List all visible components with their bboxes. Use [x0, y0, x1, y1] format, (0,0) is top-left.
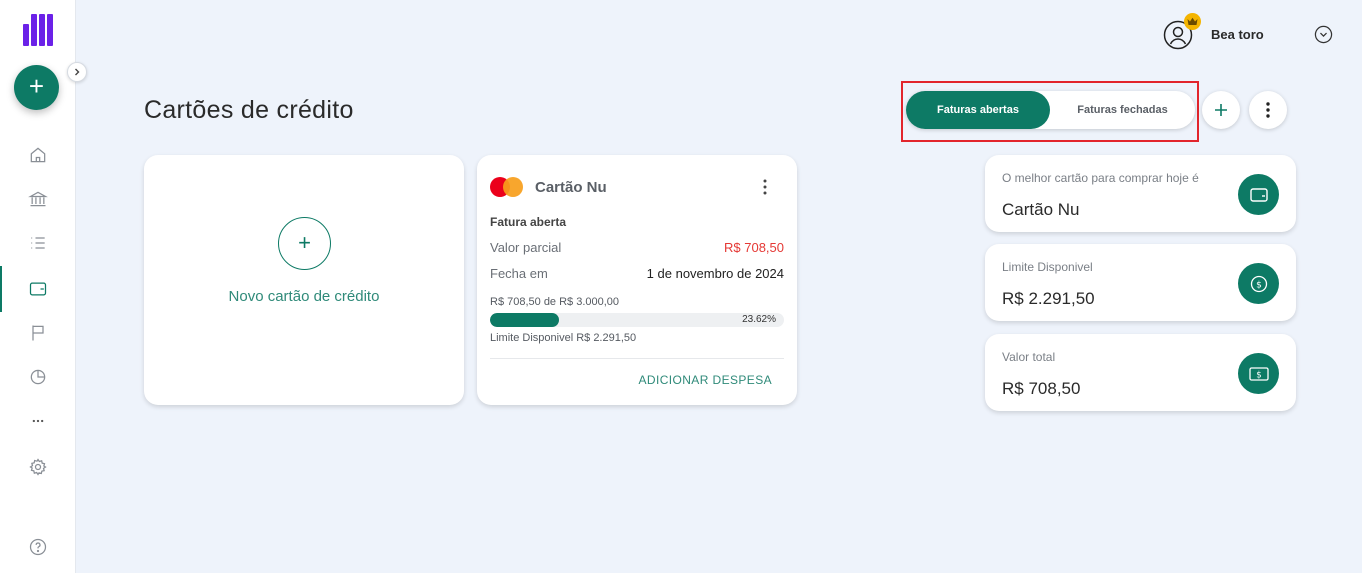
card-name: Cartão Nu — [535, 179, 607, 196]
page-title: Cartões de crédito — [144, 96, 354, 124]
svg-text:$: $ — [1256, 280, 1262, 290]
credit-card-tile[interactable]: Cartão Nu Fatura aberta Valor parcial R$… — [477, 155, 797, 405]
summary-label: Limite Disponivel — [1002, 260, 1093, 274]
new-credit-card-tile[interactable]: + Novo cartão de crédito — [144, 155, 464, 405]
premium-badge — [1184, 13, 1201, 30]
usage-progress-bar: 23.62% — [490, 313, 784, 327]
closes-value: 1 de novembro de 2024 — [646, 266, 784, 281]
summary-total-value: Valor total R$ 708,50 $ — [985, 334, 1296, 411]
add-expense-button[interactable]: ADICIONAR DESPESA — [639, 373, 773, 387]
sidebar-item-help[interactable] — [0, 527, 76, 567]
plus-icon — [1215, 104, 1227, 116]
tab-closed-invoices[interactable]: Faturas fechadas — [1050, 91, 1195, 129]
sidebar-item-home[interactable] — [0, 135, 76, 175]
divider — [490, 358, 784, 359]
partial-value-label: Valor parcial — [490, 240, 562, 255]
more-vertical-icon[interactable] — [755, 178, 775, 196]
more-vertical-icon — [1266, 102, 1270, 118]
pie-chart-icon — [30, 369, 46, 385]
sidebar-item-accounts[interactable] — [0, 179, 76, 219]
wallet-icon — [29, 282, 47, 296]
quick-add-button[interactable]: + — [14, 65, 59, 110]
chevron-down-icon[interactable] — [1314, 25, 1333, 44]
summary-icon-badge: $ — [1238, 263, 1279, 304]
sidebar-expand-button[interactable] — [67, 62, 87, 82]
home-icon — [30, 147, 46, 163]
sidebar-item-reports[interactable] — [0, 357, 76, 397]
wallet-icon — [1249, 187, 1268, 202]
closes-label: Fecha em — [490, 266, 548, 281]
sidebar-item-transactions[interactable] — [0, 223, 76, 263]
invoice-status-toggle: Faturas abertas Faturas fechadas — [906, 91, 1195, 129]
tab-open-invoices[interactable]: Faturas abertas — [906, 91, 1050, 129]
add-card-button[interactable] — [1202, 91, 1240, 129]
summary-value: Cartão Nu — [1002, 200, 1080, 219]
summary-icon-badge: $ — [1238, 353, 1279, 394]
sidebar-item-more[interactable] — [0, 401, 76, 441]
coin-icon: $ — [1250, 275, 1267, 292]
plus-icon: + — [278, 217, 331, 270]
summary-available-limit: Limite Disponivel R$ 2.291,50 $ — [985, 244, 1296, 321]
mastercard-icon — [490, 177, 524, 197]
gear-icon — [29, 458, 47, 476]
svg-text:$: $ — [1256, 370, 1261, 380]
usage-progress-fill — [490, 313, 560, 327]
available-limit-text: Limite Disponivel R$ 2.291,50 — [490, 332, 637, 344]
help-icon — [29, 538, 47, 556]
bank-icon — [28, 191, 48, 207]
summary-icon-badge — [1238, 174, 1279, 215]
summary-label: O melhor cartão para comprar hoje é — [1002, 171, 1199, 185]
user-menu[interactable] — [1163, 13, 1201, 50]
crown-icon — [1187, 17, 1198, 25]
list-icon — [31, 237, 45, 249]
partial-value: R$ 708,50 — [724, 240, 784, 255]
more-options-button[interactable] — [1249, 91, 1287, 129]
summary-best-card: O melhor cartão para comprar hoje é Cart… — [985, 155, 1296, 232]
user-name[interactable]: Bea toro — [1211, 27, 1264, 42]
sidebar-item-settings[interactable] — [0, 447, 76, 487]
avatar[interactable] — [1163, 13, 1201, 50]
app-logo[interactable] — [23, 14, 53, 46]
new-card-label: Novo cartão de crédito — [228, 288, 380, 305]
summary-value: R$ 708,50 — [1002, 379, 1081, 398]
sidebar-item-goals[interactable] — [0, 313, 76, 353]
sidebar-item-credit-cards[interactable] — [0, 266, 76, 312]
flag-icon — [32, 325, 44, 341]
usage-percent: 23.62% — [742, 314, 776, 325]
chevron-right-icon — [75, 68, 80, 76]
summary-value: R$ 2.291,50 — [1002, 289, 1095, 308]
sidebar: + — [0, 0, 76, 573]
summary-label: Valor total — [1002, 350, 1056, 364]
invoice-section-label: Fatura aberta — [490, 215, 567, 229]
banknote-icon: $ — [1248, 366, 1269, 381]
more-icon — [32, 419, 44, 423]
usage-text: R$ 708,50 de R$ 3.000,00 — [490, 296, 620, 308]
